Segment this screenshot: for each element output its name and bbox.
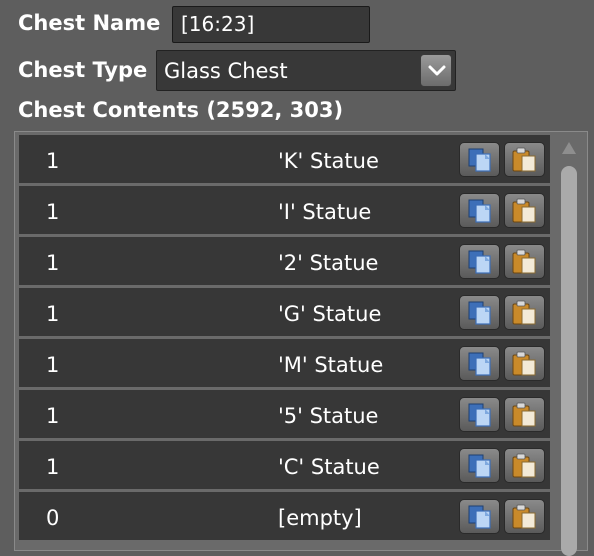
item-quantity: 1 [46, 404, 60, 428]
list-item[interactable]: 1 'K' Statue [19, 135, 550, 183]
item-quantity: 1 [46, 149, 60, 173]
list-item[interactable]: 1 '5' Statue [19, 390, 550, 438]
scrollbar[interactable] [559, 138, 579, 556]
chevron-down-icon [428, 65, 446, 76]
copy-button[interactable] [459, 244, 500, 279]
chest-type-dropdown[interactable]: Glass Chest [156, 50, 456, 91]
copy-button[interactable] [459, 397, 500, 432]
paste-button[interactable] [504, 193, 545, 228]
chest-name-label: Chest Name [18, 11, 161, 35]
copy-button[interactable] [459, 193, 500, 228]
list-item[interactable]: 1 'C' Statue [19, 441, 550, 489]
list-item[interactable]: 1 'M' Statue [19, 339, 550, 387]
copy-button[interactable] [459, 142, 500, 177]
scroll-up-arrow[interactable] [562, 142, 576, 154]
chest-type-label: Chest Type [18, 58, 148, 82]
item-name: 'K' Statue [278, 149, 379, 173]
copy-button[interactable] [459, 346, 500, 381]
paste-button[interactable] [504, 346, 545, 381]
paste-button[interactable] [504, 397, 545, 432]
item-quantity: 0 [46, 506, 60, 530]
paste-button[interactable] [504, 448, 545, 483]
copy-button[interactable] [459, 295, 500, 330]
paste-button[interactable] [504, 499, 545, 534]
copy-button[interactable] [459, 448, 500, 483]
paste-button[interactable] [504, 295, 545, 330]
list-item[interactable]: 1 'G' Statue [19, 288, 550, 336]
item-name: 'I' Statue [278, 200, 372, 224]
dropdown-button[interactable] [420, 54, 452, 87]
paste-button[interactable] [504, 142, 545, 177]
item-quantity: 1 [46, 200, 60, 224]
item-name: 'M' Statue [278, 353, 384, 377]
copy-button[interactable] [459, 499, 500, 534]
chest-name-field[interactable]: [16:23] [172, 6, 370, 43]
item-name: [empty] [278, 506, 362, 530]
item-quantity: 1 [46, 353, 60, 377]
item-name: 'G' Statue [278, 302, 382, 326]
list-item[interactable]: 1 '2' Statue [19, 237, 550, 285]
item-name: '2' Statue [278, 251, 379, 275]
item-name: 'C' Statue [278, 455, 380, 479]
list-item[interactable]: 1 'I' Statue [19, 186, 550, 234]
scroll-thumb[interactable] [561, 166, 577, 556]
list-item[interactable]: 0 [empty] [19, 492, 550, 540]
contents-rows: 1 'K' Statue 1 'I' Statue 1 '2' Statue 1 'G' St… [19, 135, 550, 543]
item-name: '5' Statue [278, 404, 379, 428]
item-quantity: 1 [46, 455, 60, 479]
chest-contents-list[interactable]: 1 'K' Statue 1 'I' Statue 1 '2' Statue 1 'G' St… [14, 131, 588, 556]
chest-type-value: Glass Chest [164, 59, 288, 83]
item-quantity: 1 [46, 302, 60, 326]
item-quantity: 1 [46, 251, 60, 275]
paste-button[interactable] [504, 244, 545, 279]
chest-contents-label: Chest Contents (2592, 303) [18, 98, 344, 122]
